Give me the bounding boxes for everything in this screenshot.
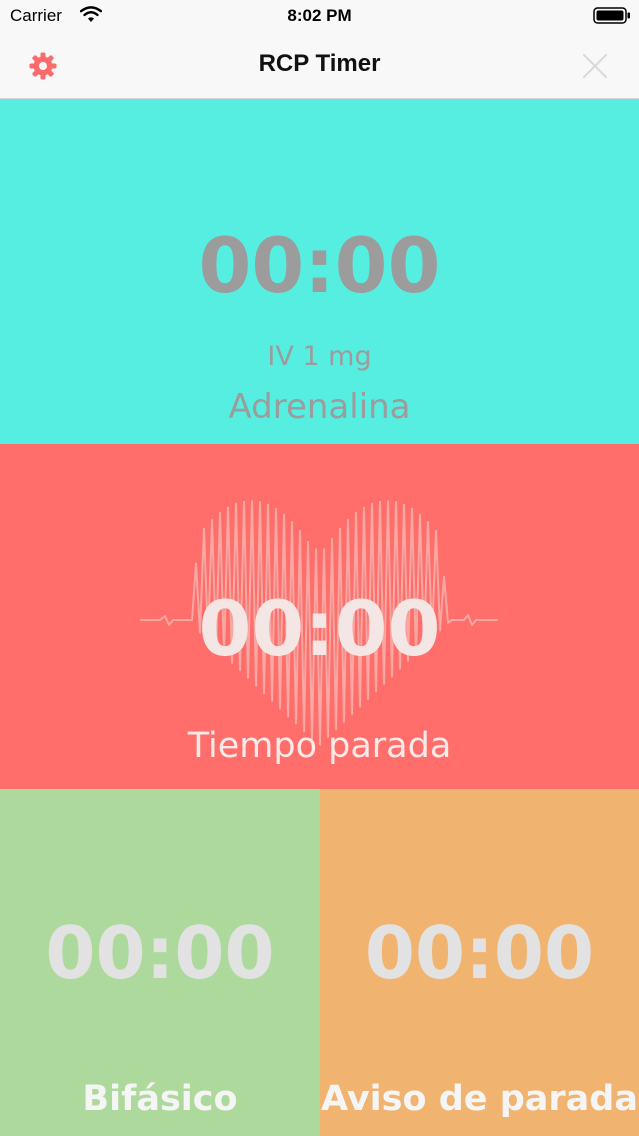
close-icon[interactable] [579,50,611,82]
adrenalina-dose-label: IV 1 mg [267,341,372,372]
bifasico-timer-value: 00:00 [45,911,275,995]
navigation-bar: RCP Timer [0,34,639,99]
battery-icon [593,7,630,24]
adrenalina-timer-panel[interactable]: 00:00 IV 1 mg Adrenalina [0,99,639,444]
aviso-de-parada-timer-panel[interactable]: 00:00 Aviso de parada [320,789,639,1136]
tiempo-parada-timer-panel[interactable]: 00:00 Tiempo parada [0,444,639,789]
page-title: RCP Timer [258,50,381,77]
aviso-de-parada-timer-value: 00:00 [364,911,595,995]
tiempo-parada-timer-value: 00:00 [198,584,441,673]
aviso-de-parada-label: Aviso de parada [321,1079,638,1119]
bifasico-label: Bifásico [82,1079,238,1119]
tiempo-parada-label: Tiempo parada [187,726,452,766]
status-bar: Carrier 8:02 PM [0,0,639,34]
rcp-timer-screen: Carrier 8:02 PM RCP Timer 00:00 IV 1 mg … [0,0,639,1136]
adrenalina-timer-value: 00:00 [198,221,441,310]
bifasico-timer-panel[interactable]: 00:00 Bifásico [0,789,320,1136]
adrenalina-label: Adrenalina [228,387,411,427]
status-time: 8:02 PM [287,6,352,25]
